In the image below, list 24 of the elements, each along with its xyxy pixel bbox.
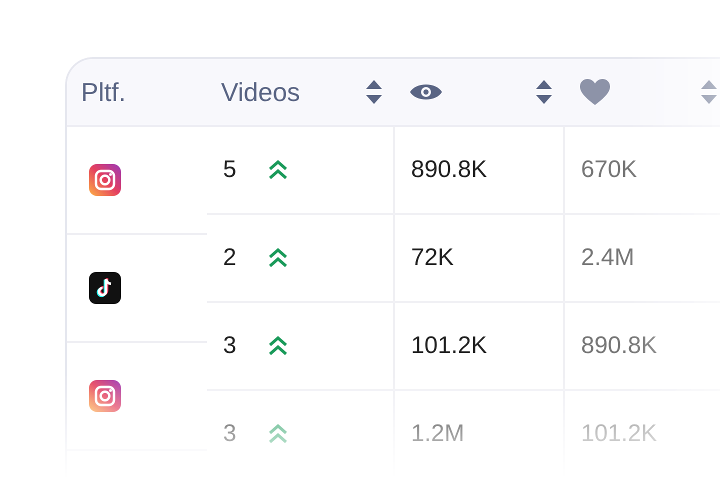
instagram-icon bbox=[89, 164, 121, 196]
table-cell-text: 5 bbox=[223, 155, 238, 185]
heart-icon bbox=[579, 78, 611, 106]
instagram-icon bbox=[89, 380, 121, 412]
column-header: Videos bbox=[221, 76, 300, 108]
double-chevron-up-icon bbox=[267, 159, 289, 181]
double-chevron-up-icon bbox=[267, 423, 289, 445]
table-cell-text: 72K bbox=[411, 243, 454, 273]
table-cell-text: 1.2M bbox=[411, 419, 464, 449]
table-cell-text: 890.8K bbox=[581, 331, 658, 361]
column-header: Pltf. bbox=[81, 76, 126, 108]
table-cell-text: 2.4M bbox=[581, 243, 634, 273]
sort-icon[interactable] bbox=[535, 79, 553, 105]
double-chevron-up-icon bbox=[267, 335, 289, 357]
double-chevron-up-icon bbox=[267, 247, 289, 269]
table-cell-text: 101.2K bbox=[411, 331, 488, 361]
table-cell-text: 101.2K bbox=[581, 419, 658, 449]
sort-icon[interactable] bbox=[365, 79, 383, 105]
table-cell-text: 890.8K bbox=[411, 155, 488, 185]
table-cell-text: 3 bbox=[223, 419, 238, 449]
table-cell-text: 2 bbox=[223, 243, 238, 273]
table-cell-text: 670K bbox=[581, 155, 638, 185]
table-cell-text: 3 bbox=[223, 331, 238, 361]
tiktok-icon bbox=[89, 272, 121, 304]
